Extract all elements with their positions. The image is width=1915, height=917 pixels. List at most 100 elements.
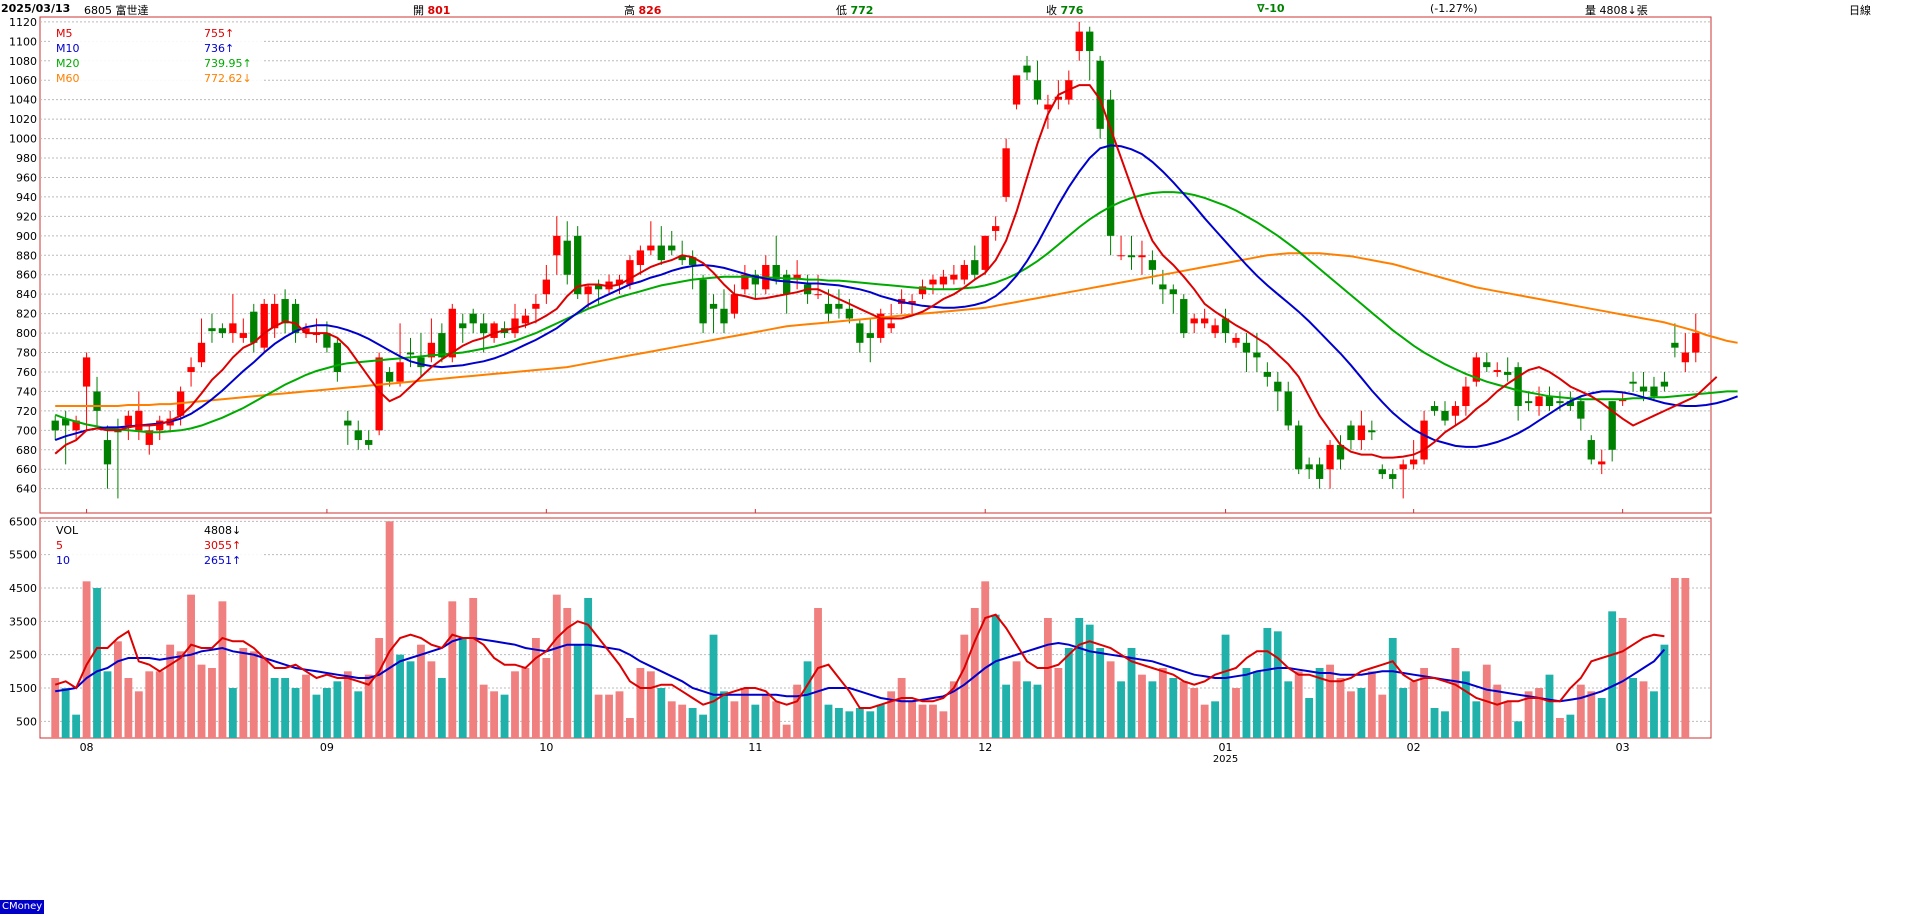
volume-bar [322, 688, 331, 738]
price-tick-label: 880 [16, 249, 37, 262]
candle-body [1305, 464, 1313, 470]
volume-bar [793, 684, 802, 738]
volume-bar [333, 681, 342, 738]
volume-bar [918, 704, 927, 738]
volume-bar [343, 671, 352, 738]
volume-bar [929, 704, 937, 738]
volume-bar [1232, 688, 1240, 738]
volume-legend-name: 10 [56, 554, 70, 567]
candle-body [459, 323, 467, 329]
price-legend-name: M5 [56, 27, 73, 40]
candle-body [824, 303, 833, 314]
volume-bar [1566, 714, 1575, 738]
volume-bar [1148, 681, 1157, 738]
candle-body [208, 328, 216, 332]
candle-body [1671, 342, 1679, 348]
volume-bar [1587, 691, 1596, 738]
price-tick-label: 700 [16, 424, 37, 437]
candle-body [636, 250, 645, 265]
candle-body [197, 342, 206, 363]
candle-body [1389, 474, 1397, 479]
volume-bar [1211, 701, 1220, 738]
candle-body [1274, 381, 1282, 392]
candle-body [887, 323, 895, 329]
candle-body [1399, 464, 1407, 470]
volume-bar [145, 671, 154, 738]
volume-bar [1639, 681, 1648, 738]
candle-body [1033, 80, 1042, 100]
month-tick-label: 02 [1407, 741, 1421, 754]
volume-legend-name: 5 [56, 539, 63, 552]
volume-bar [134, 691, 143, 738]
candle-body [1315, 464, 1324, 479]
volume-bar [1535, 688, 1543, 738]
candle-body [1263, 371, 1272, 377]
candle-body [124, 415, 133, 426]
candle-body [344, 420, 352, 426]
date-axis: 08 09 10 11 12 01 02 03 2025 [80, 509, 1630, 765]
volume-bar [521, 668, 530, 738]
candle-body [1535, 396, 1543, 407]
volume-bar [155, 671, 164, 738]
volume-bar [531, 638, 540, 738]
volume-bar [1294, 671, 1303, 738]
volume-tick-label: 2500 [9, 649, 37, 662]
price-tick-label: 900 [16, 230, 37, 243]
volume-bar [239, 648, 248, 738]
candle-body [1180, 299, 1188, 334]
candle-body [187, 367, 195, 372]
volume-bar [855, 708, 864, 738]
volume-bar [699, 714, 708, 738]
candle-body [218, 328, 227, 334]
volume-bar [114, 641, 122, 738]
volume-bar [939, 711, 948, 738]
candle-body [971, 260, 979, 275]
volume-legend-value: 2651↑ [204, 554, 241, 567]
volume-bar [897, 678, 906, 738]
candle-body [1441, 410, 1449, 421]
volume-bar [1441, 711, 1449, 738]
candle-body [1514, 367, 1522, 407]
volume-bar [1670, 578, 1679, 738]
stock-chart[interactable]: 640 660 680 700 720 740 760 780 800 820 840 860 880 9… [0, 0, 1915, 917]
volume-tick-label: 1500 [9, 682, 37, 695]
price-legend: M5 755↑ M10 736↑ M20 739.95↑ M60 772.62↓ [52, 26, 262, 89]
volume-bar [1117, 681, 1125, 738]
month-tick-label: 01 [1219, 741, 1233, 754]
volume-bar [375, 638, 384, 738]
candle-body [281, 299, 289, 324]
volume-tick-label: 6500 [9, 515, 37, 528]
volume-bar [1388, 638, 1397, 738]
candle-body [950, 274, 958, 280]
volume-tick-label: 3500 [9, 615, 37, 628]
candle-body [1524, 401, 1533, 404]
volume-bar [626, 718, 634, 738]
price-tick-label: 1100 [9, 35, 37, 48]
volume-bar [197, 664, 206, 738]
candle-body [511, 318, 519, 334]
price-tick-label: 680 [16, 444, 37, 457]
candle-body [1368, 430, 1376, 433]
candle-body [365, 440, 373, 445]
candle-body [1200, 318, 1209, 324]
volume-bar [218, 601, 227, 738]
volume-bar [1002, 684, 1011, 738]
volume-tick-label: 5500 [9, 549, 37, 562]
volume-bar [1378, 694, 1387, 738]
price-tick-label: 940 [16, 191, 37, 204]
volume-bar [1326, 664, 1334, 738]
candle-body [82, 357, 91, 387]
volume-bar [1347, 691, 1355, 738]
candle-body [103, 440, 112, 465]
volume-bar [782, 724, 791, 738]
candle-body [1148, 260, 1157, 270]
candle-body [1002, 148, 1010, 197]
volume-bar [417, 644, 425, 738]
volume-bar [1043, 618, 1052, 738]
volume-bar [437, 678, 446, 738]
candle-body [1086, 31, 1094, 52]
volume-bar [500, 694, 509, 738]
volume-bar [1012, 661, 1021, 738]
volume-bar [1461, 671, 1470, 738]
volume-bar [866, 711, 875, 738]
